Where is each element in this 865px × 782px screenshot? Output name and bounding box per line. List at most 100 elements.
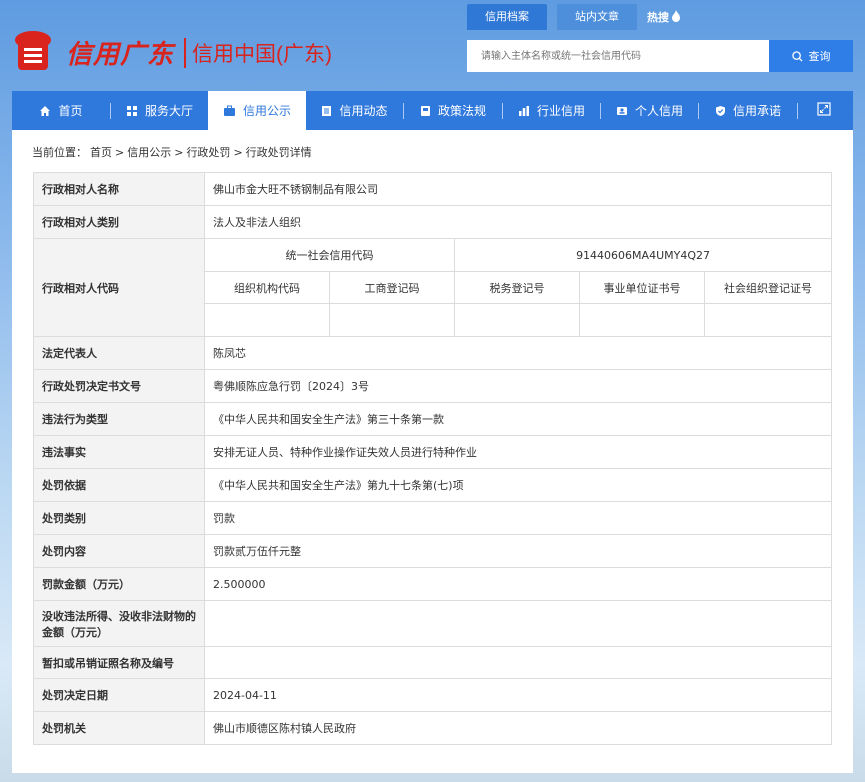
nav-label-credit-commitment: 信用承诺 (732, 104, 781, 118)
nav-item-industry-credit[interactable]: 行业信用 (503, 91, 600, 130)
main-content: 当前位置： 首页 > 信用公示 > 行政处罚 > 行政处罚详情 行政相对人名称 佛山市金大旺不… (12, 130, 853, 773)
field-label: 处罚类别 (33, 501, 205, 535)
nav-label-credit-publicity: 信用公示 (242, 104, 291, 118)
table-row: 罚款金额（万元） 2.500000 (33, 567, 833, 601)
field-label: 行政相对人代码 (33, 238, 205, 337)
field-value (203, 600, 833, 647)
breadcrumb-separator: > (233, 146, 243, 159)
field-value: 陈凤芯 (203, 336, 833, 370)
field-value (203, 646, 833, 679)
breadcrumb-current: 行政处罚详情 (245, 146, 312, 159)
field-label: 法定代表人 (33, 336, 205, 370)
field-label: 暂扣或吊销证照名称及编号 (33, 646, 205, 679)
field-label: 违法事实 (33, 435, 205, 469)
field-value: 《中华人民共和国安全生产法》第九十七条第(七)项 (203, 468, 833, 502)
sub-value-org-code (204, 303, 330, 337)
field-value: 安排无证人员、特种作业操作证失效人员进行特种作业 (203, 435, 833, 469)
field-value: 2.500000 (203, 567, 833, 601)
document-icon (321, 105, 332, 117)
nav-item-credit-commitment[interactable]: 信用承诺 (699, 91, 797, 130)
nav-label-service-hall: 服务大厅 (144, 104, 193, 118)
search-button-label: 查询 (808, 50, 831, 63)
tab-credit-archive[interactable]: 信用档案 (467, 4, 547, 30)
fire-icon (671, 9, 681, 25)
sub-value-social-org-reg (703, 303, 833, 337)
field-value: 佛山市顺德区陈村镇人民政府 (203, 711, 833, 745)
breadcrumb-prefix: 当前位置： (32, 146, 87, 159)
search-icon (791, 50, 803, 62)
table-row: 处罚内容 罚款贰万伍仟元整 (33, 534, 833, 568)
breadcrumb-link-credit-publicity[interactable]: 信用公示 (127, 146, 171, 159)
table-row: 处罚类别 罚款 (33, 501, 833, 535)
nav-item-personal-credit[interactable]: 个人信用 (601, 91, 698, 130)
breadcrumb-separator: > (115, 146, 125, 159)
field-label: 行政相对人名称 (33, 172, 205, 206)
briefcase-icon (223, 105, 236, 117)
logo-divider (184, 38, 186, 68)
penalty-detail-table: 行政相对人名称 佛山市金大旺不锈钢制品有限公司 行政相对人类别 法人及非法人组织… (33, 172, 833, 745)
nav-item-policies[interactable]: 政策法规 (404, 91, 502, 130)
field-value: 2024-04-11 (203, 678, 833, 712)
nav-item-service-hall[interactable]: 服务大厅 (111, 91, 208, 130)
table-row: 行政相对人代码 统一社会信用代码 91440606MA4UMY4Q27 (33, 238, 833, 337)
nav-item-credit-publicity[interactable]: 信用公示 (208, 91, 306, 130)
uscc-label: 统一社会信用代码 (204, 238, 455, 272)
field-label: 处罚内容 (33, 534, 205, 568)
grid-icon (126, 105, 138, 117)
home-icon (39, 105, 51, 117)
field-value: 法人及非法人组织 (203, 205, 833, 239)
table-row: 违法事实 安排无证人员、特种作业操作证失效人员进行特种作业 (33, 435, 833, 469)
search-input[interactable] (467, 40, 769, 72)
sub-header-tax-reg: 税务登记号 (454, 271, 580, 304)
table-row: 违法行为类型 《中华人民共和国安全生产法》第三十条第一款 (33, 402, 833, 436)
nav-label-credit-news: 信用动态 (339, 104, 388, 118)
nav-label-policies: 政策法规 (437, 104, 486, 118)
nav-item-home[interactable]: 首页 (12, 91, 110, 130)
nav-label-personal-credit: 个人信用 (634, 104, 683, 118)
table-row: 处罚依据 《中华人民共和国安全生产法》第九十七条第(七)项 (33, 468, 833, 502)
table-row: 行政相对人类别 法人及非法人组织 (33, 205, 833, 239)
field-value: 罚款 (203, 501, 833, 535)
field-value: 罚款贰万伍仟元整 (203, 534, 833, 568)
uscc-value: 91440606MA4UMY4Q27 (453, 238, 833, 272)
breadcrumb: 当前位置： 首页 > 信用公示 > 行政处罚 > 行政处罚详情 (32, 144, 315, 160)
table-row: 行政相对人名称 佛山市金大旺不锈钢制品有限公司 (33, 172, 833, 206)
sub-value-tax-reg (454, 303, 580, 337)
field-label: 违法行为类型 (33, 402, 205, 436)
field-label: 处罚决定日期 (33, 678, 205, 712)
sub-header-institution-cert: 事业单位证书号 (579, 271, 705, 304)
table-row: 法定代表人 陈凤芯 (33, 336, 833, 370)
hot-search-label[interactable]: 热搜 (647, 9, 669, 25)
book-icon (420, 105, 431, 117)
breadcrumb-link-admin-penalty[interactable]: 行政处罚 (186, 146, 230, 159)
table-row: 暂扣或吊销证照名称及编号 (33, 646, 833, 679)
table-row: 处罚决定日期 2024-04-11 (33, 678, 833, 712)
table-row: 处罚机关 佛山市顺德区陈村镇人民政府 (33, 711, 833, 745)
chart-icon (518, 105, 530, 117)
search-button[interactable]: 查询 (769, 40, 853, 72)
sub-value-business-reg (329, 303, 455, 337)
id-card-icon (616, 105, 628, 117)
field-value: 《中华人民共和国安全生产法》第三十条第一款 (203, 402, 833, 436)
sub-header-business-reg: 工商登记码 (329, 271, 455, 304)
field-label: 没收违法所得、没收非法财物的金额（万元） (33, 600, 205, 647)
tab-site-articles[interactable]: 站内文章 (557, 4, 637, 30)
logo-script-text[interactable]: 信用广东 (66, 34, 174, 71)
main-nav: 首页 服务大厅 信用公示 信用动态 政策法规 行业信用 个人信用 信用承诺 (12, 91, 853, 130)
sub-header-org-code: 组织机构代码 (204, 271, 330, 304)
table-row: 行政处罚决定书文号 粤佛顺陈应急行罚〔2024〕3号 (33, 369, 833, 403)
nav-item-credit-news[interactable]: 信用动态 (306, 91, 403, 130)
sub-header-social-org-reg: 社会组织登记证号 (703, 271, 833, 304)
field-label: 罚款金额（万元） (33, 567, 205, 601)
nav-label-industry-credit: 行业信用 (536, 104, 585, 118)
breadcrumb-separator: > (174, 146, 184, 159)
breadcrumb-link-home[interactable]: 首页 (90, 146, 112, 159)
field-label: 行政处罚决定书文号 (33, 369, 205, 403)
logo-emblem-icon[interactable] (12, 28, 54, 72)
table-row: 没收违法所得、没收非法财物的金额（万元） (33, 600, 833, 647)
field-value: 粤佛顺陈应急行罚〔2024〕3号 (203, 369, 833, 403)
logo-site-name[interactable]: 信用中国(广东) (192, 38, 332, 68)
field-value: 佛山市金大旺不锈钢制品有限公司 (203, 172, 833, 206)
field-label: 处罚机关 (33, 711, 205, 745)
expand-button[interactable] (798, 91, 850, 130)
